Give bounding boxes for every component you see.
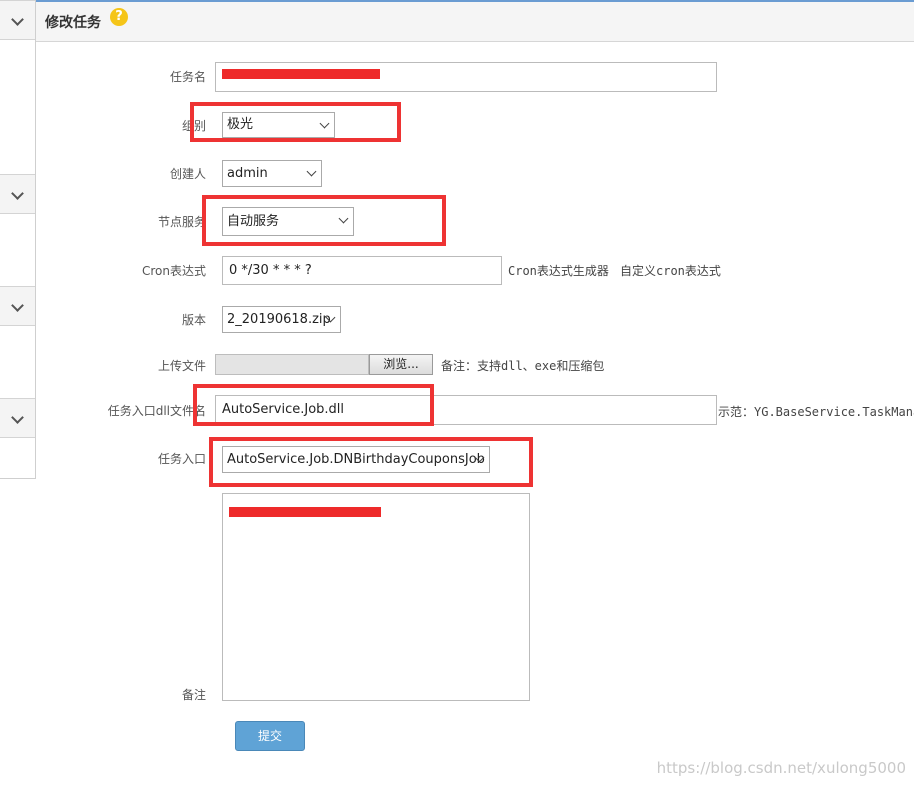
browse-button[interactable]: 浏览... xyxy=(369,354,433,375)
sidebar xyxy=(0,0,36,479)
page-title: 修改任务 xyxy=(45,15,101,31)
submit-button[interactable]: 提交 xyxy=(235,721,305,751)
sidebar-section-toggle[interactable] xyxy=(0,286,35,326)
creator-select[interactable]: admin xyxy=(222,160,322,187)
version-select-value: 2_20190618.zip xyxy=(227,312,331,327)
version-select[interactable]: 2_20190618.zip xyxy=(222,306,341,333)
upload-note: 备注：支持dll、exe和压缩包 xyxy=(441,359,605,373)
dll-file-label: 任务入口dll文件名 xyxy=(107,404,206,418)
sidebar-section-toggle[interactable] xyxy=(0,174,35,214)
redaction-mark xyxy=(229,507,381,517)
file-path-field[interactable] xyxy=(215,354,369,375)
watermark-text: https://blog.csdn.net/xulong5000 xyxy=(656,759,906,777)
redaction-mark xyxy=(222,69,380,79)
dll-example-text: 示范：YG.BaseService.TaskManage xyxy=(718,405,914,419)
page-header: 修改任务 ? xyxy=(36,2,914,42)
creator-label: 创建人 xyxy=(169,167,206,181)
creator-select-value: admin xyxy=(227,166,268,181)
chevron-down-icon xyxy=(11,411,24,424)
highlight-box xyxy=(202,195,446,246)
chevron-down-icon xyxy=(11,13,24,26)
entry-label: 任务入口 xyxy=(157,452,206,466)
highlight-box xyxy=(193,384,434,426)
chevron-down-icon xyxy=(11,187,24,200)
cron-generator-link[interactable]: Cron表达式生成器 xyxy=(508,262,609,279)
highlight-box xyxy=(190,102,401,142)
sidebar-section-toggle[interactable] xyxy=(0,0,35,40)
task-name-label: 任务名 xyxy=(169,70,206,84)
chevron-down-icon xyxy=(306,166,317,177)
highlight-box xyxy=(209,437,533,487)
remark-textarea[interactable] xyxy=(222,493,530,701)
custom-cron-link[interactable]: 自定义cron表达式 xyxy=(620,262,721,279)
upload-label: 上传文件 xyxy=(157,359,206,373)
node-service-label: 节点服务 xyxy=(157,215,206,229)
help-icon[interactable]: ? xyxy=(110,8,128,26)
version-label: 版本 xyxy=(181,313,206,327)
cron-label: Cron表达式 xyxy=(142,264,206,278)
remark-label: 备注 xyxy=(181,688,206,702)
chevron-down-icon xyxy=(11,299,24,312)
sidebar-section-toggle[interactable] xyxy=(0,398,35,438)
cron-input[interactable]: 0 */30 * * * ? xyxy=(222,256,502,285)
